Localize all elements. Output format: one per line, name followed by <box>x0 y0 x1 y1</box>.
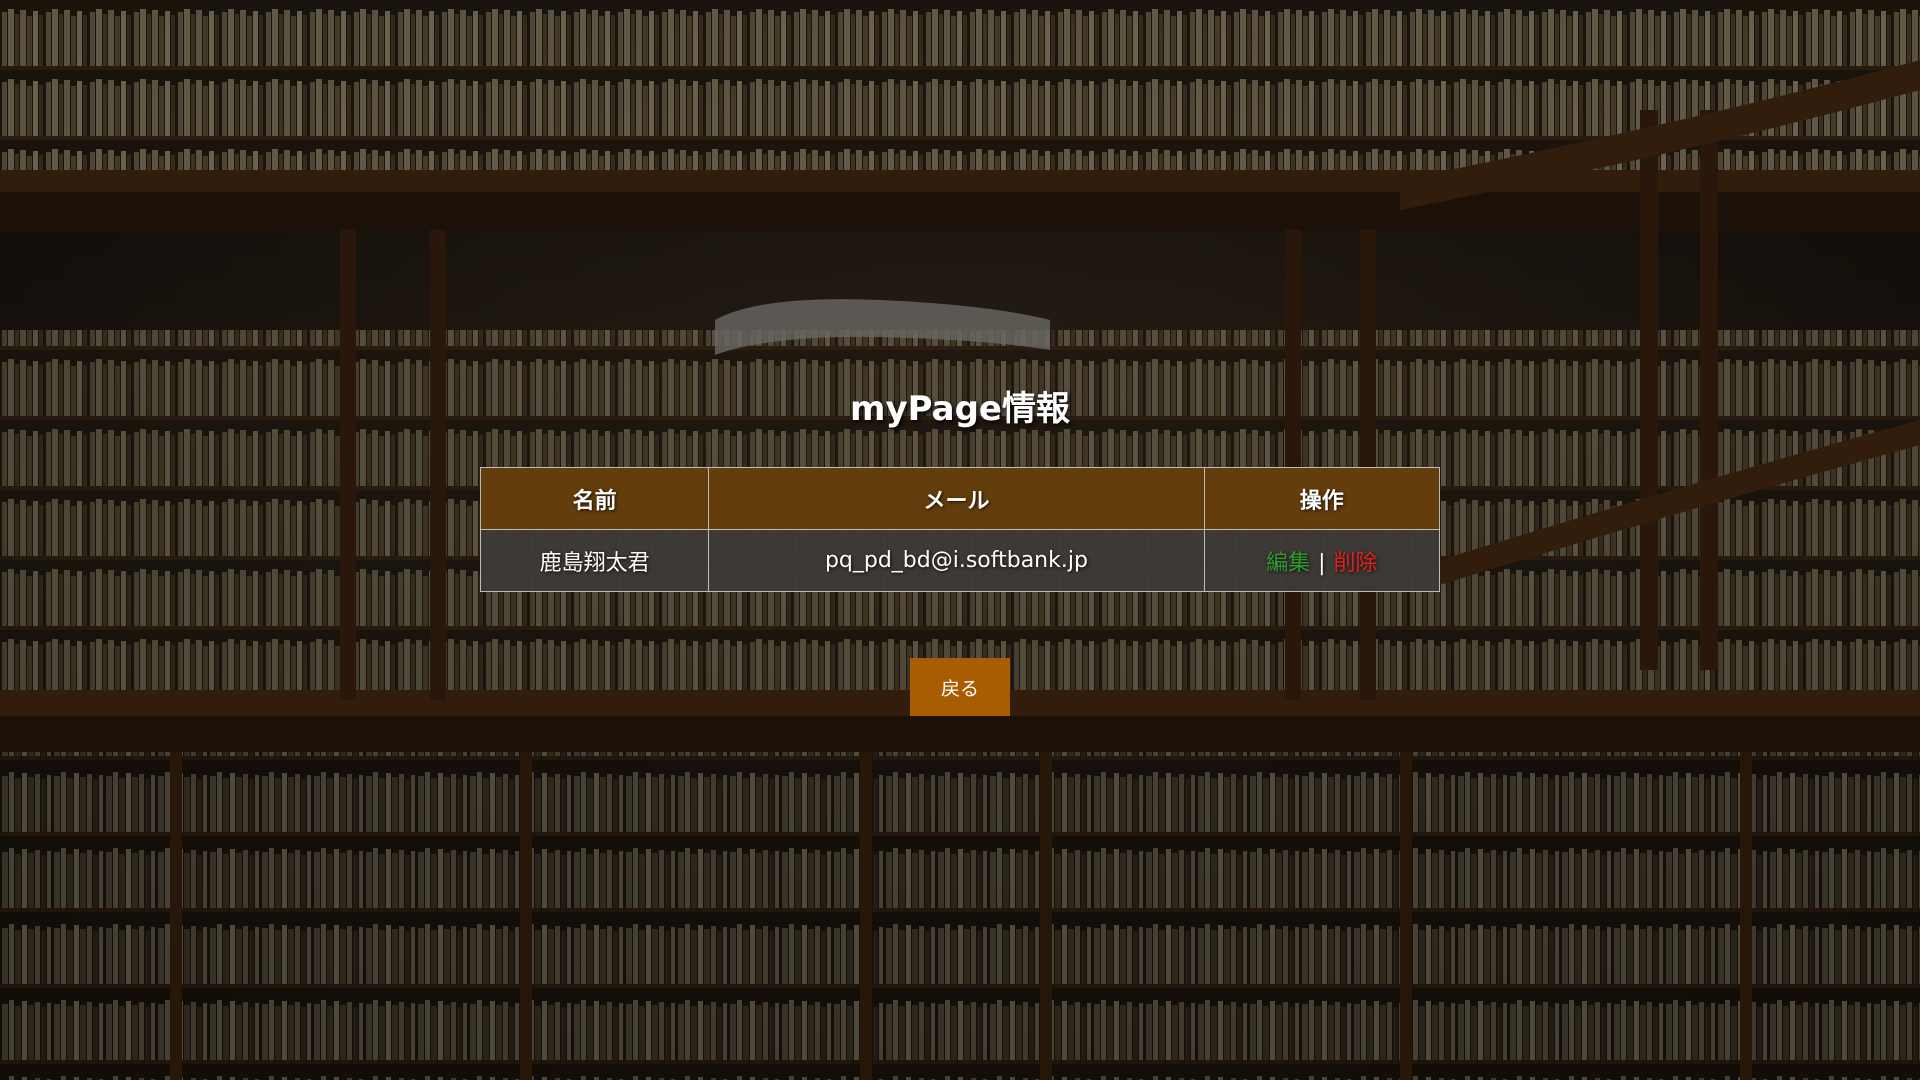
back-button[interactable]: 戻る <box>910 658 1010 716</box>
user-info-table: 名前 メール 操作 鹿島翔太君 pq_pd_bd@i.softbank.jp 編… <box>479 467 1441 592</box>
header-email: メール <box>708 467 1205 530</box>
header-actions: 操作 <box>1203 467 1441 530</box>
table-row: 鹿島翔太君 pq_pd_bd@i.softbank.jp 編集 | 削除 <box>479 529 1441 592</box>
page-title: myPage情報 <box>850 389 1070 429</box>
cell-name: 鹿島翔太君 <box>479 529 710 592</box>
action-separator: | <box>1318 550 1326 576</box>
table-header-row: 名前 メール 操作 <box>479 467 1441 530</box>
delete-link[interactable]: 削除 <box>1334 551 1378 576</box>
cell-actions: 編集 | 削除 <box>1203 529 1441 592</box>
edit-link[interactable]: 編集 <box>1266 551 1310 576</box>
cell-email: pq_pd_bd@i.softbank.jp <box>708 529 1205 592</box>
header-name: 名前 <box>479 467 710 530</box>
